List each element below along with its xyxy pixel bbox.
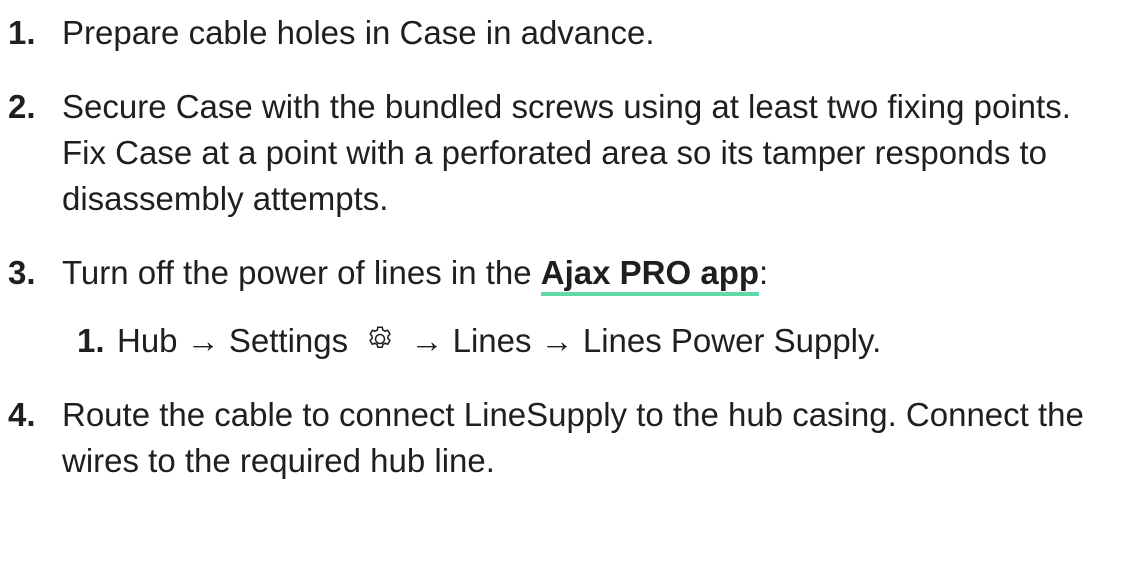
step-text-before-link: Turn off the power of lines in the [62, 254, 541, 291]
step-2: 2. Secure Case with the bundled screws u… [8, 84, 1118, 222]
substeps-list: 1. Hub → Settings → Lines → Lines Power … [62, 318, 1118, 364]
substep-number: 1. [77, 322, 105, 359]
installation-steps-list: 1. Prepare cable holes in Case in advanc… [8, 10, 1118, 512]
step-number: 1. [8, 14, 36, 51]
step-number: 2. [8, 88, 36, 125]
gear-icon [369, 326, 392, 348]
step-text: Secure Case with the bundled screws usin… [62, 88, 1071, 217]
step-number: 3. [8, 254, 36, 291]
step-text: Route the cable to connect LineSupply to… [62, 396, 1084, 479]
instructions-page: 1. Prepare cable holes in Case in advanc… [0, 0, 1123, 587]
step-text: Prepare cable holes in Case in advance. [62, 14, 655, 51]
substep-text-after-icon: → Lines → Lines Power Supply. [410, 322, 882, 359]
step-4: 4. Route the cable to connect LineSupply… [8, 392, 1118, 484]
step-3: 3. Turn off the power of lines in the Aj… [8, 250, 1118, 364]
step-1: 1. Prepare cable holes in Case in advanc… [8, 10, 1118, 56]
step-content: Turn off the power of lines in the Ajax … [62, 250, 1118, 364]
substep-text-before-icon: Hub → Settings [117, 322, 358, 359]
ajax-pro-app-link[interactable]: Ajax PRO app [540, 254, 760, 296]
substep-1: 1. Hub → Settings → Lines → Lines Power … [77, 318, 1118, 364]
substep-text: Hub → Settings → Lines → Lines Power Sup… [117, 318, 1118, 364]
step-number: 4. [8, 396, 36, 433]
step-text-after-link: : [759, 254, 769, 291]
